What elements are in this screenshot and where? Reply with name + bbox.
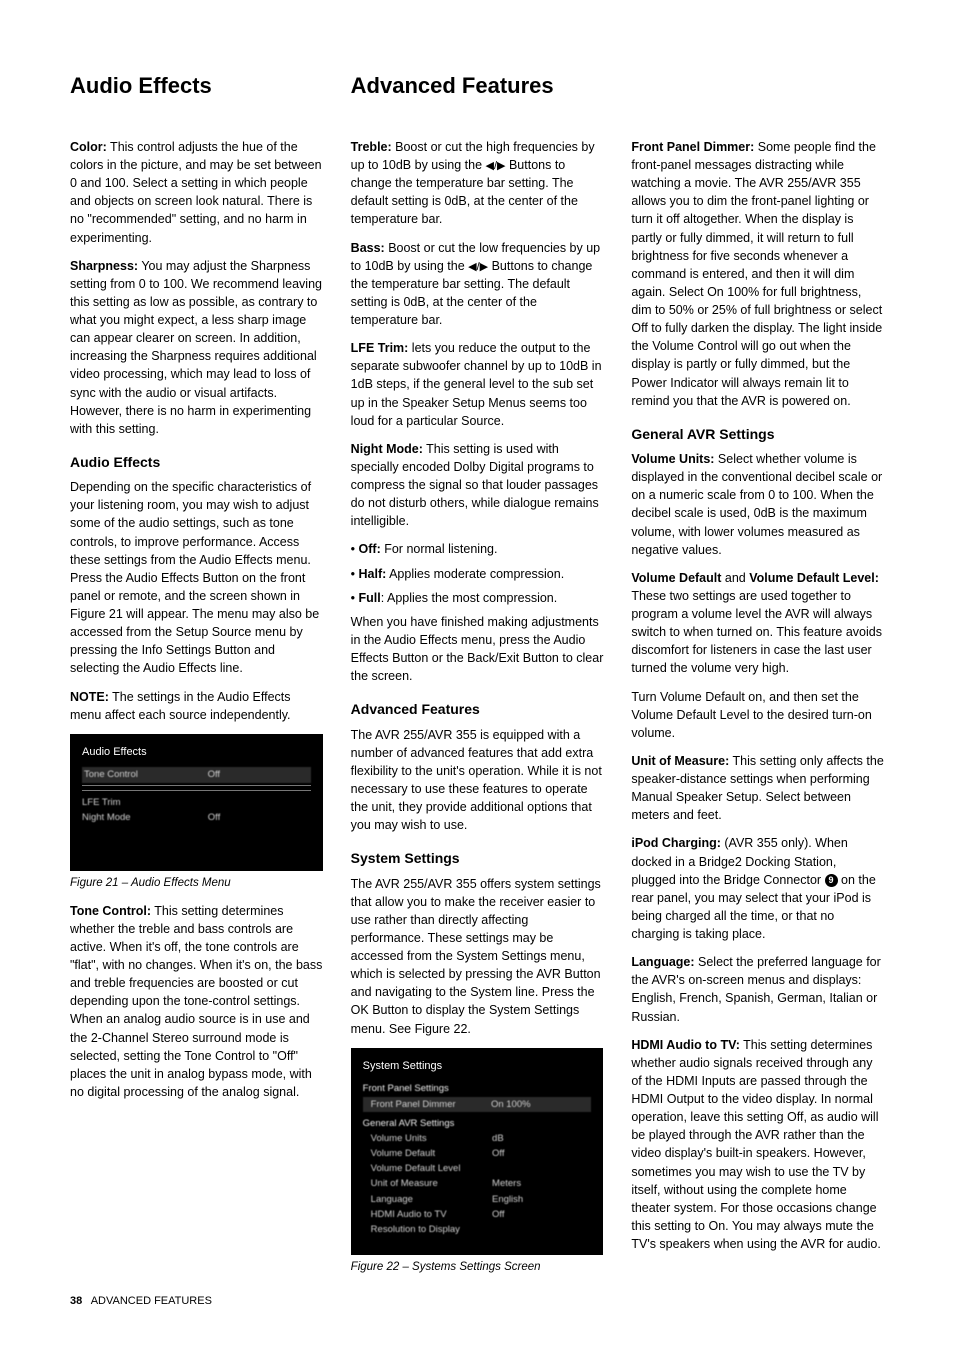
- heading-advanced-features: Advanced Features: [351, 70, 604, 102]
- fig22-row-v: dB: [492, 1131, 591, 1146]
- left-right-arrow-icon: ◀/▶: [486, 161, 506, 172]
- para-sharpness: Sharpness: You may adjust the Sharpness …: [70, 257, 323, 438]
- fig22-sub1: Front Panel Settings: [363, 1081, 489, 1096]
- fig22-sub2: General AVR Settings: [363, 1116, 489, 1131]
- para-finish: When you have finished making adjustment…: [351, 613, 604, 686]
- fig21-row-v: Off: [208, 810, 311, 825]
- para-color: Color: This control adjusts the hue of t…: [70, 138, 323, 247]
- text-volume-default: These two settings are used together to …: [631, 589, 882, 676]
- label-night-mode: Night Mode:: [351, 442, 423, 456]
- label-bass: Bass:: [351, 241, 385, 255]
- label-treble: Treble:: [351, 140, 392, 154]
- text-color: This control adjusts the hue of the colo…: [70, 140, 322, 245]
- heading-blank: [631, 70, 884, 102]
- para-fp-dimmer: Front Panel Dimmer: Some people find the…: [631, 138, 884, 410]
- fig22-row-v: [492, 1222, 591, 1237]
- fig22-row-v: On 100%: [491, 1097, 589, 1112]
- text-half: Applies moderate compression.: [386, 567, 564, 581]
- fig21-row-k: Tone Control: [84, 767, 208, 782]
- label-fp-dimmer: Front Panel Dimmer:: [631, 140, 754, 154]
- fig22-row-k: Front Panel Dimmer: [371, 1097, 491, 1112]
- fig22-row-k: Volume Units: [371, 1131, 492, 1146]
- fig22-row-k: Volume Default Level: [371, 1161, 492, 1176]
- figure-21-title: Audio Effects: [82, 744, 311, 762]
- label-note: NOTE:: [70, 690, 109, 704]
- para-unit-measure: Unit of Measure: This setting only affec…: [631, 752, 884, 825]
- fig22-row-k: Resolution to Display: [371, 1222, 492, 1237]
- para-tone-control: Tone Control: This setting determines wh…: [70, 902, 323, 1101]
- label-lfe-trim: LFE Trim:: [351, 341, 409, 355]
- heading-audio-effects: Audio Effects: [70, 70, 323, 102]
- para-volume-units: Volume Units: Select whether volume is d…: [631, 450, 884, 559]
- label-off: Off:: [359, 542, 381, 556]
- label-hdmi-audio: HDMI Audio to TV:: [631, 1038, 740, 1052]
- left-right-arrow-icon: ◀/▶: [468, 262, 488, 273]
- fig21-row-v: [208, 795, 311, 810]
- column-2: Treble: Boost or cut the high frequencie…: [351, 138, 604, 1286]
- label-volume-default: Volume Default: [631, 571, 721, 585]
- para-ipod: iPod Charging: (AVR 355 only). When dock…: [631, 834, 884, 943]
- para-bass: Bass: Boost or cut the low frequencies b…: [351, 239, 604, 330]
- fig22-row-v: Off: [492, 1207, 591, 1222]
- bullet-half: • Half: Applies moderate compression.: [351, 565, 604, 583]
- label-sharpness: Sharpness:: [70, 259, 138, 273]
- subhead-general-avr: General AVR Settings: [631, 424, 884, 444]
- label-half: Half:: [359, 567, 387, 581]
- figure-22-title: System Settings: [363, 1058, 592, 1076]
- fig22-row-v: [492, 1161, 591, 1176]
- label-ipod: iPod Charging:: [631, 836, 721, 850]
- column-3: Front Panel Dimmer: Some people find the…: [631, 138, 884, 1286]
- fig22-row-k: Language: [371, 1192, 492, 1207]
- subhead-advanced-features: Advanced Features: [351, 699, 604, 719]
- figure-21: Audio Effects Tone ControlOff LFE Trim N…: [70, 734, 323, 871]
- para-lfe-trim: LFE Trim: lets you reduce the output to …: [351, 339, 604, 430]
- fig21-row-v: Off: [208, 767, 309, 782]
- label-volume-default-level: Volume Default Level:: [749, 571, 879, 585]
- para-advanced-features: The AVR 255/AVR 355 is equipped with a n…: [351, 726, 604, 835]
- para-note: NOTE: The settings in the Audio Effects …: [70, 688, 323, 724]
- text-fp-dimmer: Some people find the front-panel message…: [631, 140, 882, 408]
- fig21-row-k: Night Mode: [82, 810, 208, 825]
- bullet-full: • Full: Applies the most compression.: [351, 589, 604, 607]
- subhead-system-settings: System Settings: [351, 848, 604, 868]
- para-treble: Treble: Boost or cut the high frequencie…: [351, 138, 604, 229]
- fig22-row-k: Volume Default: [371, 1146, 492, 1161]
- fig22-row-v: Off: [492, 1146, 591, 1161]
- fig22-row-v: Meters: [492, 1176, 591, 1191]
- connector-9-icon: 9: [825, 874, 838, 887]
- label-full: Full: [359, 591, 381, 605]
- label-color: Color:: [70, 140, 107, 154]
- text-hdmi-audio: This setting determines whether audio si…: [631, 1038, 881, 1251]
- label-tone-control: Tone Control:: [70, 904, 151, 918]
- para-volume-default-2: Turn Volume Default on, and then set the…: [631, 688, 884, 742]
- text-full: : Applies the most compression.: [381, 591, 557, 605]
- para-hdmi-audio: HDMI Audio to TV: This setting determine…: [631, 1036, 884, 1254]
- fig22-row-k: HDMI Audio to TV: [371, 1207, 492, 1222]
- page-footer: 38 ADVANCED FEATURES: [70, 1294, 212, 1310]
- label-unit-measure: Unit of Measure:: [631, 754, 729, 768]
- text-off: For normal listening.: [381, 542, 498, 556]
- column-1: Color: This control adjusts the hue of t…: [70, 138, 323, 1286]
- label-language: Language:: [631, 955, 694, 969]
- fig22-row-v: English: [492, 1192, 591, 1207]
- text-tone-control: This setting determines whether the treb…: [70, 904, 322, 1099]
- text-and: and: [721, 571, 749, 585]
- para-audio-effects-desc: Depending on the specific characteristic…: [70, 478, 323, 677]
- para-volume-default: Volume Default and Volume Default Level:…: [631, 569, 884, 678]
- fig22-row-k: Unit of Measure: [371, 1176, 492, 1191]
- footer-label: ADVANCED FEATURES: [91, 1295, 212, 1307]
- fig21-row-k: LFE Trim: [82, 795, 208, 810]
- para-language: Language: Select the preferred language …: [631, 953, 884, 1026]
- caption-22: Figure 22 – Systems Settings Screen: [351, 1259, 604, 1276]
- text-volume-units: Select whether volume is displayed in th…: [631, 452, 882, 557]
- subhead-audio-effects: Audio Effects: [70, 452, 323, 472]
- label-volume-units: Volume Units:: [631, 452, 714, 466]
- page-number: 38: [70, 1295, 82, 1307]
- caption-21: Figure 21 – Audio Effects Menu: [70, 875, 323, 892]
- para-system-settings: The AVR 255/AVR 355 offers system settin…: [351, 875, 604, 1038]
- bullet-off: • Off: For normal listening.: [351, 540, 604, 558]
- para-night-mode: Night Mode: This setting is used with sp…: [351, 440, 604, 531]
- text-sharpness: You may adjust the Sharpness setting fro…: [70, 259, 322, 436]
- figure-22: System Settings Front Panel Settings Fro…: [351, 1048, 604, 1255]
